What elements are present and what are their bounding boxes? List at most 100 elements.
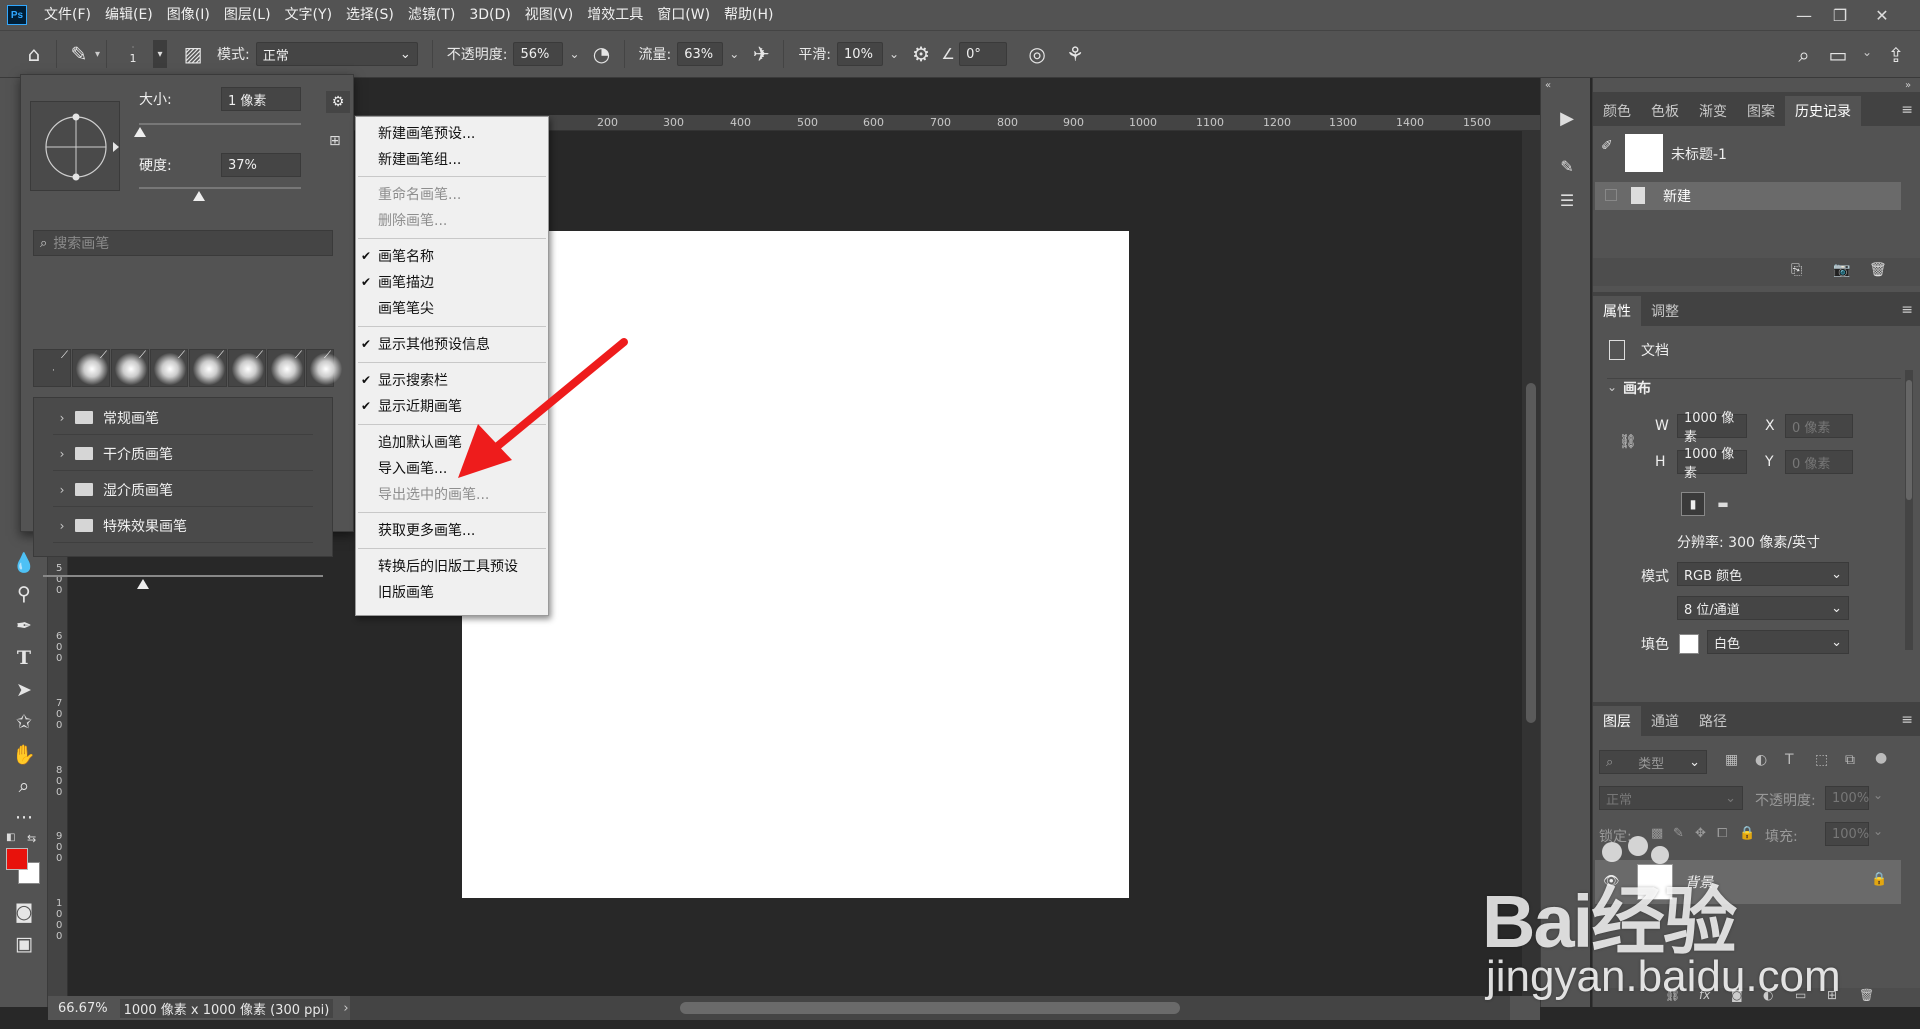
lock-all-icon[interactable]: 🔒 [1739,826,1755,841]
layer-fill-input[interactable]: 100% [1825,822,1869,846]
preview-size-slider-knob[interactable] [137,579,149,589]
width-input[interactable]: 1000 像素 [1677,411,1747,445]
airbrush-icon[interactable]: ✈ [745,38,777,70]
tab-gradients[interactable]: 渐变 [1689,96,1737,126]
filter-toggle-icon[interactable]: ● [1875,750,1887,766]
home-icon[interactable]: ⌂ [18,38,50,70]
adjustments-sliders-icon[interactable]: ☰ [1555,188,1579,212]
brush-preset-dropdown[interactable]: ▾ [153,40,168,68]
layer-opacity-input[interactable]: 100% [1825,786,1869,810]
brush-tool-icon[interactable]: ✎ [63,38,95,70]
canvas-document[interactable] [462,231,1129,898]
brush-group-wet-media[interactable]: › 湿介质画笔 [53,473,313,507]
lock-image-icon[interactable]: ✎ [1673,826,1684,841]
chevron-down-icon[interactable]: ⌄ [729,47,739,61]
brush-settings-icon[interactable]: ✎ [1555,154,1579,178]
canvas-section-title[interactable]: 画布 [1623,378,1651,398]
more-tools-icon[interactable]: ··· [10,804,38,832]
fill-color-swatch[interactable] [1679,634,1699,654]
quick-mask-icon[interactable]: ◙ [10,898,38,926]
menu-help[interactable]: 帮助(H) [717,0,780,30]
menu-item-legacy-brushes[interactable]: 旧版画笔 [356,579,548,605]
scrollbar-thumb[interactable] [1906,380,1912,500]
restore-icon[interactable]: ❐ [1822,0,1858,30]
height-input[interactable]: 1000 像素 [1677,447,1747,481]
pen-tool-icon[interactable]: ✒ [10,612,38,640]
preview-size-slider-track[interactable] [43,575,323,577]
flow-input[interactable]: 63% [677,42,724,66]
menu-type[interactable]: 文字(Y) [278,0,339,30]
screen-mode-icon[interactable]: ▣ [10,930,38,958]
menu-layer[interactable]: 图层(L) [217,0,278,30]
vertical-scrollbar[interactable] [1522,131,1540,1007]
tab-properties[interactable]: 属性 [1593,296,1641,326]
history-brush-source-icon[interactable]: ✐ [1601,138,1613,154]
tab-adjustments[interactable]: 调整 [1641,296,1689,326]
smoothing-input[interactable]: 10% [837,42,884,66]
chevron-down-icon[interactable]: ⌄ [1873,788,1883,802]
filter-smart-object-icon[interactable]: ⧉ [1845,752,1855,768]
dodge-tool-icon[interactable]: ⚲ [10,580,38,608]
menu-item-show-additional-preset-info[interactable]: ✔ 显示其他预设信息 [356,331,548,357]
chevron-down-icon[interactable]: ▾ [95,49,100,60]
play-actions-icon[interactable]: ▶ [1555,106,1579,130]
tab-layers[interactable]: 图层 [1593,706,1641,736]
lock-position-icon[interactable]: ✥ [1695,826,1706,841]
menu-item-brush-name[interactable]: ✔ 画笔名称 [356,243,548,269]
menu-image[interactable]: 图像(I) [160,0,217,30]
brush-angle-preview[interactable] [30,101,120,191]
chevron-down-icon[interactable]: ⌄ [569,47,579,61]
layer-thumbnail[interactable] [1637,864,1673,900]
menu-item-converted-legacy-tool-presets[interactable]: 转换后的旧版工具预设 [356,553,548,579]
minimize-icon[interactable]: — [1786,0,1822,30]
size-input[interactable]: 1 像素 [221,87,301,111]
camera-snapshot-icon[interactable]: 📷 [1833,262,1850,278]
filter-shape-icon[interactable]: ⬚ [1815,752,1828,768]
collapse-icon[interactable]: » [1905,80,1911,91]
custom-shape-tool-icon[interactable]: ✩ [10,708,38,736]
recent-brush-preset[interactable]: ⟋ [306,349,342,387]
workspace-icon[interactable]: ▭ [1822,39,1854,71]
brush-settings-panel-icon[interactable]: ▨ [177,38,209,70]
layer-name[interactable]: 背景 [1685,872,1713,892]
gear-icon[interactable]: ⚙ [326,91,350,113]
scrollbar-thumb[interactable] [680,1002,1180,1014]
fill-select[interactable]: 白色 ⌄ [1707,630,1849,654]
history-state-name[interactable]: 新建 [1663,186,1691,206]
chevron-down-icon[interactable]: ⌄ [1607,380,1617,394]
recent-brush-preset[interactable]: ⟋ [267,349,305,387]
size-slider-knob[interactable] [134,127,146,137]
hardness-slider-knob[interactable] [193,191,205,201]
type-tool-icon[interactable]: T [10,644,38,672]
menu-select[interactable]: 选择(S) [339,0,401,30]
x-input[interactable]: 0 像素 [1785,414,1853,438]
new-document-from-state-icon[interactable]: ⎘ [1791,262,1802,278]
size-slider-track[interactable] [139,123,301,125]
new-group-icon[interactable]: ▭ [1795,988,1806,1002]
search-icon[interactable]: ⌕ [1788,39,1820,71]
hardness-input[interactable]: 37% [221,153,301,177]
new-adjustment-layer-icon[interactable]: ◐ [1763,988,1773,1002]
menu-file[interactable]: 文件(F) [37,0,98,30]
path-selection-tool-icon[interactable]: ➤ [10,676,38,704]
new-layer-icon[interactable]: ⊞ [1827,988,1837,1002]
lock-transparent-icon[interactable]: ▩ [1651,826,1663,841]
pressure-opacity-icon[interactable]: ◔ [586,38,618,70]
zoom-level[interactable]: 66.67% [58,1001,108,1016]
eye-visibility-icon[interactable]: 👁 [1603,874,1620,889]
trash-icon[interactable]: 🗑 [1859,988,1874,1002]
bit-depth-select[interactable]: 8 位/通道 ⌄ [1677,596,1849,620]
tab-color[interactable]: 颜色 [1593,96,1641,126]
tab-patterns[interactable]: 图案 [1737,96,1785,126]
menu-item-brush-stroke[interactable]: ✔ 画笔描边 [356,269,548,295]
zoom-tool-icon[interactable]: ⌕ [10,772,38,800]
menu-item-new-brush-preset[interactable]: 新建画笔预设... [356,120,548,146]
trash-icon[interactable]: 🗑 [1869,262,1887,278]
properties-scrollbar[interactable] [1905,370,1913,650]
menu-filter[interactable]: 滤镜(T) [401,0,462,30]
menu-item-append-default-brushes[interactable]: 追加默认画笔 [356,429,548,455]
tab-history[interactable]: 历史记录 [1785,96,1861,126]
panel-menu-icon[interactable]: ≡ [1893,102,1920,126]
recent-brush-preset[interactable]: ⟋ [228,349,266,387]
menu-item-show-search-bar[interactable]: ✔ 显示搜索栏 [356,367,548,393]
